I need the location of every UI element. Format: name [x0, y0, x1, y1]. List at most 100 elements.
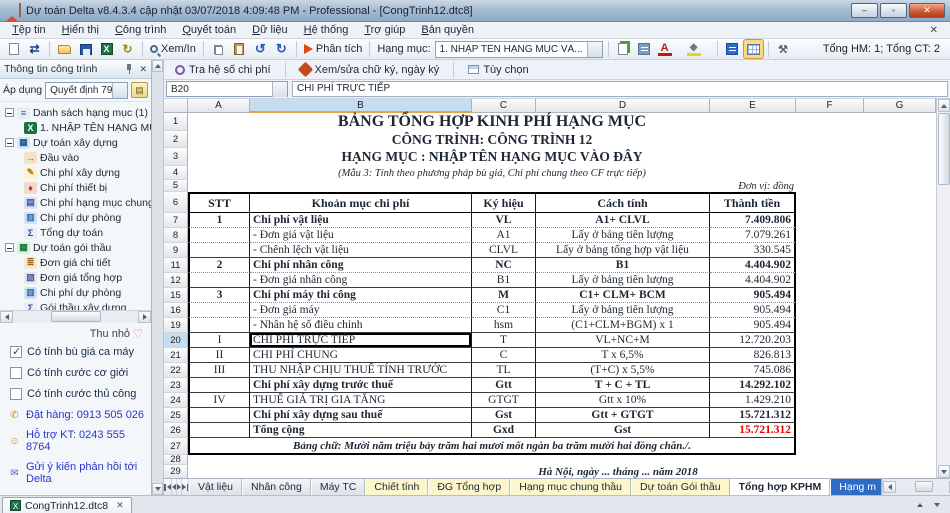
export-button[interactable]: ⇄ [25, 40, 44, 58]
tree-item[interactable]: ▦Dự toán xây dựng [2, 135, 151, 150]
last-sheet-button[interactable] [182, 479, 190, 495]
scroll-left-icon[interactable] [883, 481, 896, 493]
apply-settings-icon[interactable]: ▤ [131, 82, 148, 98]
fill-color-button[interactable]: ◆ [685, 40, 712, 58]
tree-item[interactable]: ♦Chi phí thiết bị [2, 180, 151, 195]
cell-formula[interactable]: T + C + TL [536, 378, 710, 393]
cell-stt[interactable]: II [188, 348, 250, 363]
font-color-button[interactable]: A [656, 40, 683, 58]
cell-formula[interactable]: T x 6,5% [536, 348, 710, 363]
item-select[interactable]: 1. NHẬP TÊN HẠNG MỤC VÀ... [435, 41, 603, 58]
row-header-1[interactable]: 1 [164, 113, 188, 131]
tree-item[interactable]: ▧Đơn giá tổng hợp [2, 270, 151, 285]
cell-stt[interactable] [188, 243, 250, 258]
row-header-25[interactable]: 25 [164, 408, 188, 423]
cell-name[interactable]: Chi phí xây dựng trước thuế [250, 378, 472, 393]
tab-scroll-down-icon[interactable] [930, 499, 944, 510]
cell-stt[interactable] [188, 423, 250, 438]
formula-input[interactable]: CHI PHÍ TRỰC TIẾP [292, 81, 948, 97]
row-header-21[interactable]: 21 [164, 348, 188, 363]
chevron-down-icon[interactable] [112, 83, 127, 98]
cell-stt[interactable] [188, 378, 250, 393]
cell-formula[interactable]: Gtt x 10% [536, 393, 710, 408]
menu-item[interactable]: Bản quyền [413, 23, 482, 38]
cell-formula[interactable]: VL+NC+M [536, 333, 710, 348]
cell-formula[interactable]: Gtt + GTGT [536, 408, 710, 423]
options-button[interactable]: Tùy chọn [461, 61, 548, 79]
scroll-up-icon[interactable] [152, 60, 163, 72]
scroll-down-icon[interactable] [938, 465, 950, 478]
cell-symbol[interactable]: Gtt [472, 378, 536, 393]
option-checkbox[interactable]: Có tính cước thủ công [10, 388, 145, 400]
cell-formula[interactable]: (T+C) x 5,5% [536, 363, 710, 378]
row-header-7[interactable]: 7 [164, 213, 188, 228]
contact-link[interactable]: ✉Gửi ý kiến phản hồi tới Delta [8, 461, 145, 485]
contact-link[interactable]: ☺Hỗ trợ KT: 0243 555 8764 [8, 429, 145, 453]
row-header-4[interactable]: 4 [164, 166, 188, 180]
scroll-down-icon[interactable] [152, 483, 163, 495]
row-header-22[interactable]: 22 [164, 363, 188, 378]
row-header-23[interactable]: 23 [164, 378, 188, 393]
cell-amount[interactable]: 12.720.203 [710, 333, 796, 348]
cell-stt[interactable]: 2 [188, 258, 250, 273]
cell-symbol[interactable]: NC [472, 258, 536, 273]
cell-symbol[interactable]: A1 [472, 228, 536, 243]
cell-symbol[interactable]: TL [472, 363, 536, 378]
cell-stt[interactable] [188, 318, 250, 333]
checkbox-icon[interactable] [10, 367, 22, 379]
cell-name[interactable]: Chi phí máy thi công [250, 288, 472, 303]
cell-symbol[interactable]: T [472, 333, 536, 348]
row-header-19[interactable]: 19 [164, 318, 188, 333]
row-header-16[interactable]: 16 [164, 303, 188, 318]
expander-icon[interactable] [5, 138, 14, 147]
option-checkbox[interactable]: Có tính cước cơ giới [10, 367, 145, 379]
table-header-cell[interactable]: Cách tính [536, 192, 710, 213]
row-header-8[interactable]: 8 [164, 228, 188, 243]
cell-name[interactable]: - Đơn giá nhân công [250, 273, 472, 288]
cell-symbol[interactable]: VL [472, 213, 536, 228]
scroll-thumb[interactable] [51, 311, 101, 322]
cell-formula[interactable]: C1+ CLM+ BCM [536, 288, 710, 303]
layers-button[interactable] [635, 40, 654, 58]
coeff-lookup-button[interactable]: Tra hệ số chi phí [168, 61, 278, 79]
row-header-20[interactable]: 20 [164, 333, 188, 348]
view-print-button[interactable]: Xem/In [148, 40, 198, 58]
cell-amount[interactable]: 4.404.902 [710, 258, 796, 273]
menu-item[interactable]: Công trình [107, 23, 174, 38]
cell-formula[interactable]: Lấy ở bảng tiên lượng [536, 228, 710, 243]
cell-amount[interactable]: 905.494 [710, 318, 796, 333]
table-header-cell[interactable]: Ký hiệu [472, 192, 536, 213]
scroll-up-icon[interactable] [938, 99, 950, 112]
sheet-tab[interactable]: Dự toán Gói thầu [631, 479, 730, 495]
tree-item[interactable]: ▥Chi phí dự phòng [2, 285, 151, 300]
sheet-tab[interactable]: Hạng mục chung thầu [510, 479, 631, 495]
cell-symbol[interactable]: CLVL [472, 243, 536, 258]
scroll-thumb[interactable] [938, 113, 950, 185]
close-button[interactable]: ✕ [909, 3, 945, 18]
column-header-G[interactable]: G [864, 99, 936, 113]
row-header-11[interactable]: 11 [164, 258, 188, 273]
document-tab[interactable]: X CongTrinh12.dtc8 ✕ [2, 497, 132, 513]
menu-item[interactable]: Hiển thị [54, 23, 107, 38]
cell-amount[interactable]: 14.292.102 [710, 378, 796, 393]
cell-name[interactable]: THUẾ GIÁ TRỊ GIA TĂNG [250, 393, 472, 408]
sheet-tab[interactable]: Hạng m [830, 479, 882, 495]
select-all-corner[interactable] [164, 99, 188, 113]
refresh-button[interactable]: ↻ [118, 40, 137, 58]
cell-stt[interactable] [188, 408, 250, 423]
cell-name[interactable]: CHI PHÍ CHUNG [250, 348, 472, 363]
row-header-12[interactable]: 12 [164, 273, 188, 288]
scroll-thumb[interactable] [915, 481, 934, 492]
table-header-cell[interactable]: STT [188, 192, 250, 213]
cell-symbol[interactable]: M [472, 288, 536, 303]
tree-item[interactable]: ΣTổng dự toán [2, 225, 151, 240]
column-header-D[interactable]: D [536, 99, 710, 113]
tree-item[interactable]: ▤Chi phí hạng mục chung [2, 195, 151, 210]
cell-formula[interactable]: Lấy ở bảng tiên lượng [536, 303, 710, 318]
panel-scrollbar[interactable] [152, 60, 164, 495]
row-header-6[interactable]: 6 [164, 192, 188, 213]
row-header-15[interactable]: 15 [164, 288, 188, 303]
cell-name[interactable]: - Đơn giá máy [250, 303, 472, 318]
chevron-down-icon[interactable] [272, 82, 287, 97]
tree-item[interactable]: ΣGói thầu xây dựng [2, 300, 151, 310]
